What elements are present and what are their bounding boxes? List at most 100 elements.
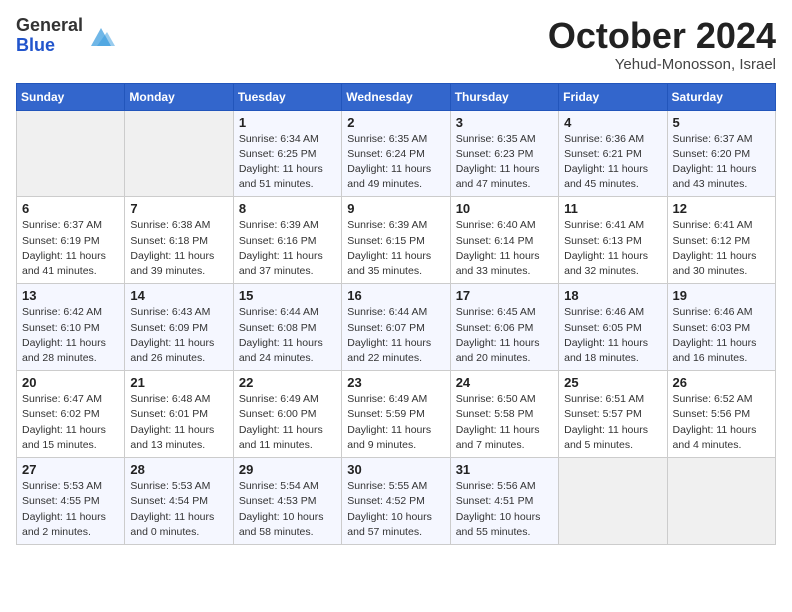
day-number: 1 (239, 115, 336, 130)
day-cell: 14Sunrise: 6:43 AM Sunset: 6:09 PM Dayli… (125, 284, 233, 371)
day-number: 9 (347, 201, 444, 216)
day-number: 24 (456, 375, 553, 390)
week-row-1: 1 Sunrise: 6:34 AM Sunset: 6:25 PM Daylig… (17, 110, 776, 197)
page-header: General Blue October 2024 Yehud-Monosson… (16, 16, 776, 73)
day-number: 31 (456, 462, 553, 477)
day-detail: Sunrise: 6:37 AM Sunset: 6:20 PM Dayligh… (673, 132, 770, 193)
day-cell: 21Sunrise: 6:48 AM Sunset: 6:01 PM Dayli… (125, 371, 233, 458)
day-detail: Sunrise: 6:47 AM Sunset: 6:02 PM Dayligh… (22, 392, 119, 453)
day-number: 16 (347, 288, 444, 303)
day-cell: 31Sunrise: 5:56 AM Sunset: 4:51 PM Dayli… (450, 458, 558, 545)
day-number: 29 (239, 462, 336, 477)
header-cell-monday: Monday (125, 83, 233, 110)
day-cell: 26 Sunrise: 6:52 AM Sunset: 5:56 PM Dayli… (667, 371, 775, 458)
day-detail: Sunrise: 6:49 AM Sunset: 6:00 PM Dayligh… (239, 392, 336, 453)
day-cell: 9Sunrise: 6:39 AM Sunset: 6:15 PM Daylig… (342, 197, 450, 284)
day-number: 26 (673, 375, 770, 390)
header-cell-sunday: Sunday (17, 83, 125, 110)
day-detail: Sunrise: 6:52 AM Sunset: 5:56 PM Dayligh… (673, 392, 770, 453)
day-number: 27 (22, 462, 119, 477)
week-row-5: 27 Sunrise: 5:53 AM Sunset: 4:55 PM Dayli… (17, 458, 776, 545)
day-cell: 15Sunrise: 6:44 AM Sunset: 6:08 PM Dayli… (233, 284, 341, 371)
day-detail: Sunrise: 6:39 AM Sunset: 6:16 PM Dayligh… (239, 218, 336, 279)
day-detail: Sunrise: 5:53 AM Sunset: 4:55 PM Dayligh… (22, 479, 119, 540)
title-block: October 2024 Yehud-Monosson, Israel (548, 16, 776, 73)
header-cell-tuesday: Tuesday (233, 83, 341, 110)
day-cell: 24Sunrise: 6:50 AM Sunset: 5:58 PM Dayli… (450, 371, 558, 458)
day-number: 8 (239, 201, 336, 216)
day-detail: Sunrise: 6:34 AM Sunset: 6:25 PM Dayligh… (239, 132, 336, 193)
day-detail: Sunrise: 6:41 AM Sunset: 6:12 PM Dayligh… (673, 218, 770, 279)
day-cell: 30 Sunrise: 5:55 AM Sunset: 4:52 PM Dayli… (342, 458, 450, 545)
day-number: 5 (673, 115, 770, 130)
day-cell: 28 Sunrise: 5:53 AM Sunset: 4:54 PM Dayli… (125, 458, 233, 545)
day-cell (667, 458, 775, 545)
day-detail: Sunrise: 6:38 AM Sunset: 6:18 PM Dayligh… (130, 218, 227, 279)
month-title: October 2024 (548, 16, 776, 56)
day-cell: 27 Sunrise: 5:53 AM Sunset: 4:55 PM Dayli… (17, 458, 125, 545)
day-cell: 6 Sunrise: 6:37 AM Sunset: 6:19 PM Daylig… (17, 197, 125, 284)
day-cell: 3 Sunrise: 6:35 AM Sunset: 6:23 PM Daylig… (450, 110, 558, 197)
day-cell (559, 458, 667, 545)
day-number: 20 (22, 375, 119, 390)
day-number: 11 (564, 201, 661, 216)
week-row-3: 13 Sunrise: 6:42 AM Sunset: 6:10 PM Dayli… (17, 284, 776, 371)
day-detail: Sunrise: 6:46 AM Sunset: 6:05 PM Dayligh… (564, 305, 661, 366)
day-cell: 13 Sunrise: 6:42 AM Sunset: 6:10 PM Dayli… (17, 284, 125, 371)
location-subtitle: Yehud-Monosson, Israel (548, 56, 776, 73)
day-number: 22 (239, 375, 336, 390)
day-number: 19 (673, 288, 770, 303)
day-cell: 29 Sunrise: 5:54 AM Sunset: 4:53 PM Dayli… (233, 458, 341, 545)
header-cell-friday: Friday (559, 83, 667, 110)
day-number: 7 (130, 201, 227, 216)
day-cell: 8 Sunrise: 6:39 AM Sunset: 6:16 PM Daylig… (233, 197, 341, 284)
day-number: 18 (564, 288, 661, 303)
day-detail: Sunrise: 6:43 AM Sunset: 6:09 PM Dayligh… (130, 305, 227, 366)
day-number: 13 (22, 288, 119, 303)
day-detail: Sunrise: 5:53 AM Sunset: 4:54 PM Dayligh… (130, 479, 227, 540)
day-cell: 25 Sunrise: 6:51 AM Sunset: 5:57 PM Dayli… (559, 371, 667, 458)
day-cell: 1 Sunrise: 6:34 AM Sunset: 6:25 PM Daylig… (233, 110, 341, 197)
day-number: 25 (564, 375, 661, 390)
day-number: 28 (130, 462, 227, 477)
header-row: SundayMondayTuesdayWednesdayThursdayFrid… (17, 83, 776, 110)
day-number: 3 (456, 115, 553, 130)
day-number: 30 (347, 462, 444, 477)
day-cell: 22 Sunrise: 6:49 AM Sunset: 6:00 PM Dayli… (233, 371, 341, 458)
day-detail: Sunrise: 6:49 AM Sunset: 5:59 PM Dayligh… (347, 392, 444, 453)
header-cell-wednesday: Wednesday (342, 83, 450, 110)
logo-text: General Blue (16, 16, 83, 56)
calendar-header: SundayMondayTuesdayWednesdayThursdayFrid… (17, 83, 776, 110)
day-number: 17 (456, 288, 553, 303)
day-cell: 4Sunrise: 6:36 AM Sunset: 6:21 PM Daylig… (559, 110, 667, 197)
day-cell: 10 Sunrise: 6:40 AM Sunset: 6:14 PM Dayli… (450, 197, 558, 284)
day-detail: Sunrise: 6:42 AM Sunset: 6:10 PM Dayligh… (22, 305, 119, 366)
day-number: 6 (22, 201, 119, 216)
day-detail: Sunrise: 6:37 AM Sunset: 6:19 PM Dayligh… (22, 218, 119, 279)
day-detail: Sunrise: 6:35 AM Sunset: 6:24 PM Dayligh… (347, 132, 444, 193)
day-cell: 18 Sunrise: 6:46 AM Sunset: 6:05 PM Dayli… (559, 284, 667, 371)
day-detail: Sunrise: 6:44 AM Sunset: 6:08 PM Dayligh… (239, 305, 336, 366)
day-cell: 16Sunrise: 6:44 AM Sunset: 6:07 PM Dayli… (342, 284, 450, 371)
day-detail: Sunrise: 6:35 AM Sunset: 6:23 PM Dayligh… (456, 132, 553, 193)
week-row-2: 6 Sunrise: 6:37 AM Sunset: 6:19 PM Daylig… (17, 197, 776, 284)
day-detail: Sunrise: 6:46 AM Sunset: 6:03 PM Dayligh… (673, 305, 770, 366)
header-cell-thursday: Thursday (450, 83, 558, 110)
day-cell: 11Sunrise: 6:41 AM Sunset: 6:13 PM Dayli… (559, 197, 667, 284)
day-number: 12 (673, 201, 770, 216)
day-detail: Sunrise: 5:54 AM Sunset: 4:53 PM Dayligh… (239, 479, 336, 540)
day-number: 2 (347, 115, 444, 130)
day-cell: 20 Sunrise: 6:47 AM Sunset: 6:02 PM Dayli… (17, 371, 125, 458)
day-cell: 17Sunrise: 6:45 AM Sunset: 6:06 PM Dayli… (450, 284, 558, 371)
logo: General Blue (16, 16, 115, 56)
calendar-table: SundayMondayTuesdayWednesdayThursdayFrid… (16, 83, 776, 545)
day-detail: Sunrise: 6:40 AM Sunset: 6:14 PM Dayligh… (456, 218, 553, 279)
day-detail: Sunrise: 6:36 AM Sunset: 6:21 PM Dayligh… (564, 132, 661, 193)
day-detail: Sunrise: 6:51 AM Sunset: 5:57 PM Dayligh… (564, 392, 661, 453)
day-number: 10 (456, 201, 553, 216)
day-detail: Sunrise: 5:55 AM Sunset: 4:52 PM Dayligh… (347, 479, 444, 540)
header-cell-saturday: Saturday (667, 83, 775, 110)
day-cell: 7 Sunrise: 6:38 AM Sunset: 6:18 PM Daylig… (125, 197, 233, 284)
day-cell: 5 Sunrise: 6:37 AM Sunset: 6:20 PM Daylig… (667, 110, 775, 197)
calendar-body: 1 Sunrise: 6:34 AM Sunset: 6:25 PM Daylig… (17, 110, 776, 544)
